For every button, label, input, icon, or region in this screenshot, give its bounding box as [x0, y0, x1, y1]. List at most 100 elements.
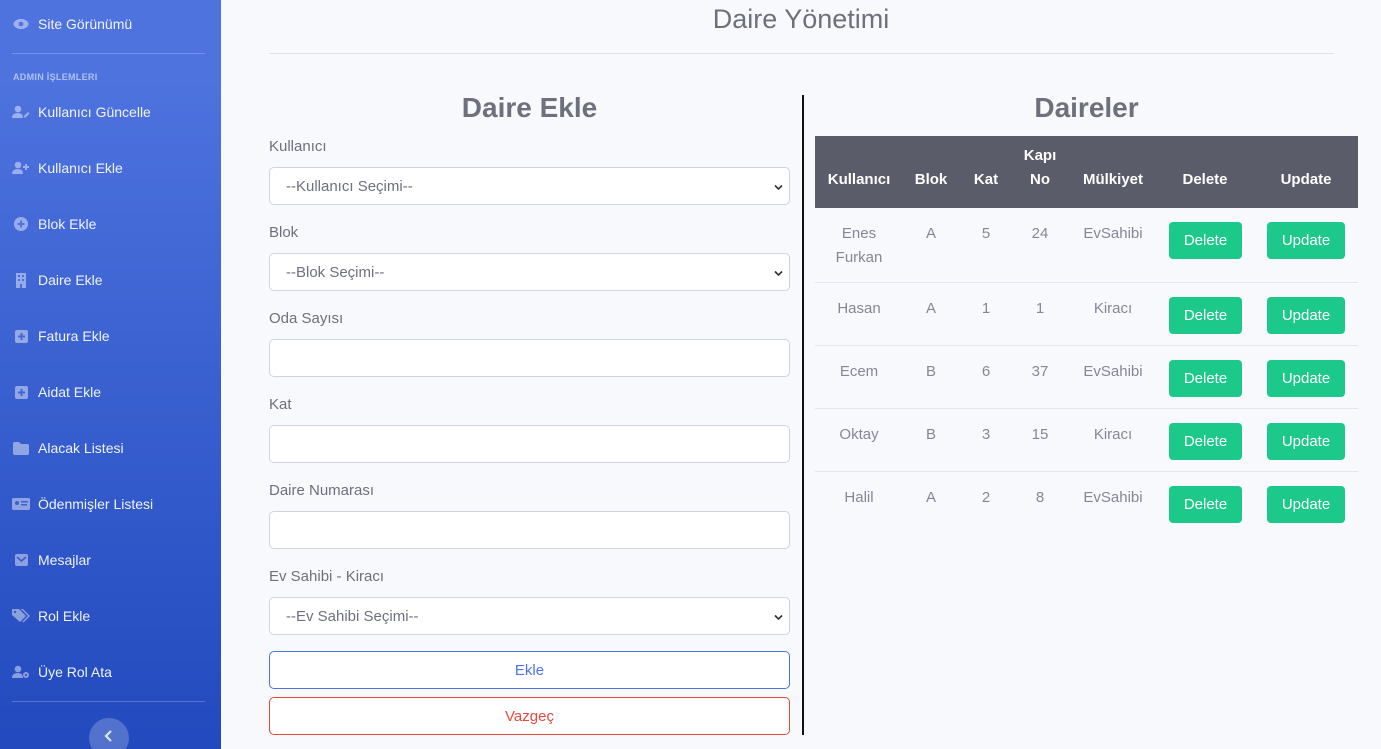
user-select[interactable]: --Kullanıcı Seçimi-- — [269, 167, 790, 205]
column-header-user: Kullanıcı — [827, 171, 891, 188]
delete-button[interactable]: Delete — [1169, 222, 1242, 259]
block-select[interactable]: --Blok Seçimi-- — [269, 253, 790, 291]
sidebar-item-rol-ekle[interactable]: Rol Ekle — [12, 608, 90, 624]
cell-user: Hasan — [837, 300, 881, 317]
sidebar-item-label: Üye Rol Ata — [38, 664, 112, 680]
sidebar-item-mesajlar[interactable]: Mesajlar — [12, 552, 91, 568]
delete-button[interactable]: Delete — [1169, 486, 1242, 523]
cell-block: B — [925, 426, 936, 443]
sidebar-item-alacak-listesi[interactable]: Alacak Listesi — [12, 440, 124, 456]
tags-icon — [12, 608, 30, 624]
page-title: Daire Yönetimi — [712, 4, 890, 34]
chevron-left-icon — [104, 729, 114, 745]
owner-select[interactable]: --Ev Sahibi Seçimi-- — [269, 597, 790, 635]
table-row: Ecem B 6 37 EvSahibi Delete Update — [815, 346, 1358, 409]
column-header-ownership: Mülkiyet — [1082, 171, 1143, 188]
sidebar-item-odenmisler-listesi[interactable]: Ödenmişler Listesi — [12, 496, 153, 512]
column-header-delete: Delete — [1182, 171, 1228, 188]
sidebar-item-label: Alacak Listesi — [38, 440, 124, 456]
cell-floor: 5 — [981, 225, 991, 242]
user-plus-icon — [12, 160, 30, 176]
sidebar-divider — [12, 53, 205, 54]
sidebar-item-label: Kullanıcı Ekle — [38, 160, 123, 176]
sidebar-item-fatura-ekle[interactable]: Fatura Ekle — [12, 328, 110, 344]
add-button[interactable]: Ekle — [269, 651, 790, 689]
cell-block: A — [925, 489, 936, 506]
user-cog-icon — [12, 664, 30, 680]
owner-label: Ev Sahibi - Kiracı — [269, 568, 385, 585]
cell-ownership: EvSahibi — [1083, 489, 1143, 506]
sidebar-item-kullanici-guncelle[interactable]: Kullanıcı Güncelle — [12, 104, 151, 120]
cell-user: Halil — [844, 489, 874, 506]
cell-ownership: EvSahibi — [1083, 363, 1143, 380]
cell-floor: 6 — [981, 363, 991, 380]
delete-button[interactable]: Delete — [1169, 360, 1242, 397]
sidebar-item-label: Ödenmişler Listesi — [38, 496, 154, 512]
rooms-input[interactable] — [269, 339, 790, 377]
building-icon — [12, 272, 30, 288]
plus-circle-icon — [12, 216, 30, 232]
sidebar-item-kullanici-ekle[interactable]: Kullanıcı Ekle — [12, 160, 123, 176]
cancel-button[interactable]: Vazgeç — [269, 697, 790, 735]
cell-door: 37 — [1031, 363, 1049, 380]
delete-button[interactable]: Delete — [1169, 297, 1242, 334]
cell-user: Oktay — [839, 426, 879, 443]
rooms-label: Oda Sayısı — [269, 310, 344, 327]
update-button[interactable]: Update — [1267, 360, 1345, 397]
cell-door: 1 — [1035, 300, 1045, 317]
chevron-down-icon — [774, 179, 783, 191]
delete-button[interactable]: Delete — [1169, 423, 1242, 460]
sidebar-item-blok-ekle[interactable]: Blok Ekle — [12, 216, 96, 232]
update-button[interactable]: Update — [1267, 297, 1345, 334]
block-select-value: --Blok Seçimi-- — [286, 263, 385, 281]
title-divider — [269, 53, 1334, 54]
column-header-door: Kapı No — [1023, 147, 1057, 188]
table-row: Hasan A 1 1 Kiracı Delete Update — [815, 283, 1358, 346]
sidebar-divider — [12, 701, 205, 702]
apartment-number-input[interactable] — [269, 511, 790, 549]
column-header-floor: Kat — [973, 171, 999, 188]
cell-door: 8 — [1035, 489, 1045, 506]
table-header: Kullanıcı Blok Kat Kapı No Mülkiyet Dele… — [815, 136, 1358, 208]
table-title: Daireler — [1034, 92, 1139, 123]
sidebar-item-label: Rol Ekle — [38, 608, 91, 624]
cell-user: Ecem — [839, 363, 879, 380]
cell-block: A — [925, 300, 936, 317]
id-card-icon — [12, 496, 30, 512]
update-button[interactable]: Update — [1267, 423, 1345, 460]
cell-ownership: Kiracı — [1093, 300, 1133, 317]
sidebar-item-label: Mesajlar — [38, 552, 91, 568]
sidebar-item-aidat-ekle[interactable]: Aidat Ekle — [12, 384, 101, 400]
sidebar-item-label: Aidat Ekle — [38, 384, 102, 400]
envelope-icon — [12, 552, 30, 568]
cell-floor: 1 — [981, 300, 991, 317]
cell-floor: 3 — [981, 426, 991, 443]
sidebar-heading: ADMIN İŞLEMLERI — [13, 72, 98, 82]
sidebar-item-site-view[interactable]: Site Görünümü — [12, 16, 132, 32]
plus-square-icon — [12, 328, 30, 344]
apartment-number-label: Daire Numarası — [269, 482, 375, 499]
folder-icon — [12, 440, 30, 456]
cell-door: 24 — [1031, 225, 1049, 242]
column-divider — [802, 95, 804, 735]
user-label: Kullanıcı — [269, 138, 327, 155]
cell-block: B — [925, 363, 936, 380]
cell-ownership: Kiracı — [1093, 426, 1133, 443]
sidebar-toggle-button[interactable] — [89, 718, 129, 749]
cell-door: 15 — [1031, 426, 1049, 443]
cell-ownership: EvSahibi — [1083, 225, 1143, 242]
eye-icon — [12, 16, 30, 32]
update-button[interactable]: Update — [1267, 222, 1345, 259]
sidebar: Site Görünümü ADMIN İŞLEMLERI Kullanıcı … — [0, 0, 221, 749]
update-button[interactable]: Update — [1267, 486, 1345, 523]
sidebar-item-label: Site Görünümü — [38, 16, 133, 32]
floor-label: Kat — [269, 396, 292, 413]
floor-input[interactable] — [269, 425, 790, 463]
sidebar-item-label: Fatura Ekle — [38, 328, 110, 344]
table-row: Oktay B 3 15 Kiracı Delete Update — [815, 409, 1358, 472]
sidebar-item-daire-ekle[interactable]: Daire Ekle — [12, 272, 103, 288]
sidebar-item-uye-rol-ata[interactable]: Üye Rol Ata — [12, 664, 112, 680]
form-title: Daire Ekle — [461, 92, 598, 123]
owner-select-value: --Ev Sahibi Seçimi-- — [286, 607, 419, 625]
block-label: Blok — [269, 224, 299, 241]
